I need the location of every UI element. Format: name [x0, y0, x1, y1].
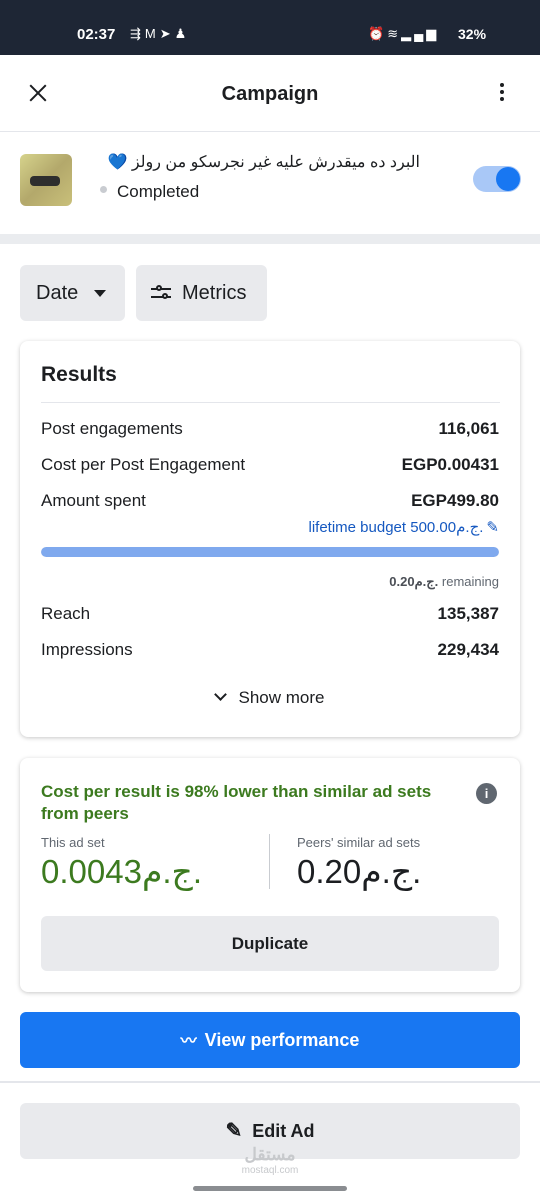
- metrics-filter-button[interactable]: Metrics: [136, 265, 267, 321]
- caret-down-icon: [94, 290, 106, 297]
- view-performance-label: View performance: [204, 1030, 360, 1050]
- watermark-arabic: مستقل: [244, 1145, 296, 1164]
- wifi-icon: ≋: [387, 26, 402, 41]
- home-indicator[interactable]: [193, 1186, 347, 1191]
- metric-label: Post engagements: [41, 419, 183, 438]
- toggle-knob: [496, 167, 520, 191]
- ad-toggle[interactable]: [473, 166, 521, 192]
- more-vertical-icon[interactable]: [498, 83, 506, 105]
- budget-progress-bar: [41, 547, 499, 557]
- budget-progress-fill: [41, 547, 499, 557]
- ad-thumbnail: [20, 154, 72, 206]
- remaining-budget: 0.20ج.م. remaining: [389, 574, 499, 590]
- show-more-button[interactable]: Show more: [20, 688, 520, 708]
- metric-value: EGP499.80: [411, 491, 499, 510]
- pencil-icon: ✎: [486, 519, 499, 536]
- peer-comparison-card: Cost per result is 98% lower than simila…: [20, 758, 520, 992]
- page-title: Campaign: [221, 83, 319, 105]
- metric-value: EGP0.00431: [401, 455, 499, 474]
- date-filter-button[interactable]: Date: [20, 265, 125, 321]
- this-ad-set-label: This ad set: [41, 835, 105, 850]
- status-time: 02:37: [77, 26, 116, 43]
- status-dot-icon: [100, 186, 107, 193]
- show-more-label: Show more: [238, 688, 325, 707]
- watermark-latin: mostaql.com: [241, 1165, 299, 1176]
- view-performance-button[interactable]: 〰 View performance: [20, 1012, 520, 1068]
- signal-icon: ▂▄▆: [401, 26, 440, 41]
- budget-link-label: lifetime budget 500.00ج.م.: [308, 519, 484, 536]
- metric-label: Amount spent: [41, 491, 146, 510]
- lifetime-budget-link[interactable]: lifetime budget 500.00ج.م. ✎: [309, 518, 500, 536]
- duplicate-button[interactable]: Duplicate: [41, 916, 499, 971]
- telegram-icon: ➤: [159, 26, 175, 41]
- date-filter-label: Date: [36, 282, 79, 304]
- ad-status: Completed: [117, 182, 200, 201]
- metrics-filter-label: Metrics: [182, 282, 247, 304]
- notification-icons: ⇶M➤♟: [130, 26, 190, 42]
- metric-value: 135,387: [437, 604, 499, 623]
- metric-value: 116,061: [438, 419, 499, 438]
- trend-line-icon: 〰: [180, 1033, 197, 1050]
- metric-label: Impressions: [41, 640, 133, 659]
- sliders-icon: [151, 285, 171, 301]
- divider: [41, 402, 500, 403]
- alarm-icon: ⏰: [368, 26, 388, 41]
- metric-value: 229,434: [437, 640, 499, 659]
- battery-level: 32%: [458, 26, 487, 42]
- top-app-bar: Campaign: [0, 55, 540, 132]
- ghost-icon: ♟: [174, 26, 191, 41]
- remaining-label: remaining: [441, 574, 499, 589]
- this-ad-set-value: 0.0043ج.م.: [41, 853, 203, 890]
- chevron-down-icon: [213, 688, 227, 701]
- status-bar: 02:37 ⇶M➤♟ ⏰≋▂▄▆ 32%: [0, 0, 540, 55]
- info-icon[interactable]: i: [476, 783, 497, 804]
- metric-label: Cost per Post Engagement: [41, 455, 246, 474]
- peers-value: 0.20ج.م.: [297, 853, 422, 890]
- ad-summary-row[interactable]: البرد ده ميقدرش عليه غير نجرسكو من رولز …: [0, 132, 540, 234]
- results-title: Results: [41, 363, 117, 386]
- ad-name: البرد ده ميقدرش عليه غير نجرسكو من رولز …: [107, 154, 420, 171]
- divider: [0, 1081, 540, 1083]
- m-icon: M: [144, 26, 160, 41]
- system-icons: ⏰≋▂▄▆: [368, 26, 439, 42]
- results-card: Results Post engagements 116,061 Cost pe…: [20, 341, 520, 737]
- edit-ad-label: Edit Ad: [252, 1121, 315, 1141]
- peers-label: Peers' similar ad sets: [297, 835, 421, 850]
- watermark-logo: مستقل mostaql.com: [232, 1145, 308, 1176]
- comparison-headline: Cost per result is 98% lower than simila…: [41, 782, 432, 823]
- section-separator: [0, 234, 540, 244]
- cast-icon: ⇶: [130, 26, 145, 41]
- remaining-amount: 0.20ج.م.: [389, 574, 439, 589]
- metric-label: Reach: [41, 604, 91, 623]
- divider: [269, 834, 270, 889]
